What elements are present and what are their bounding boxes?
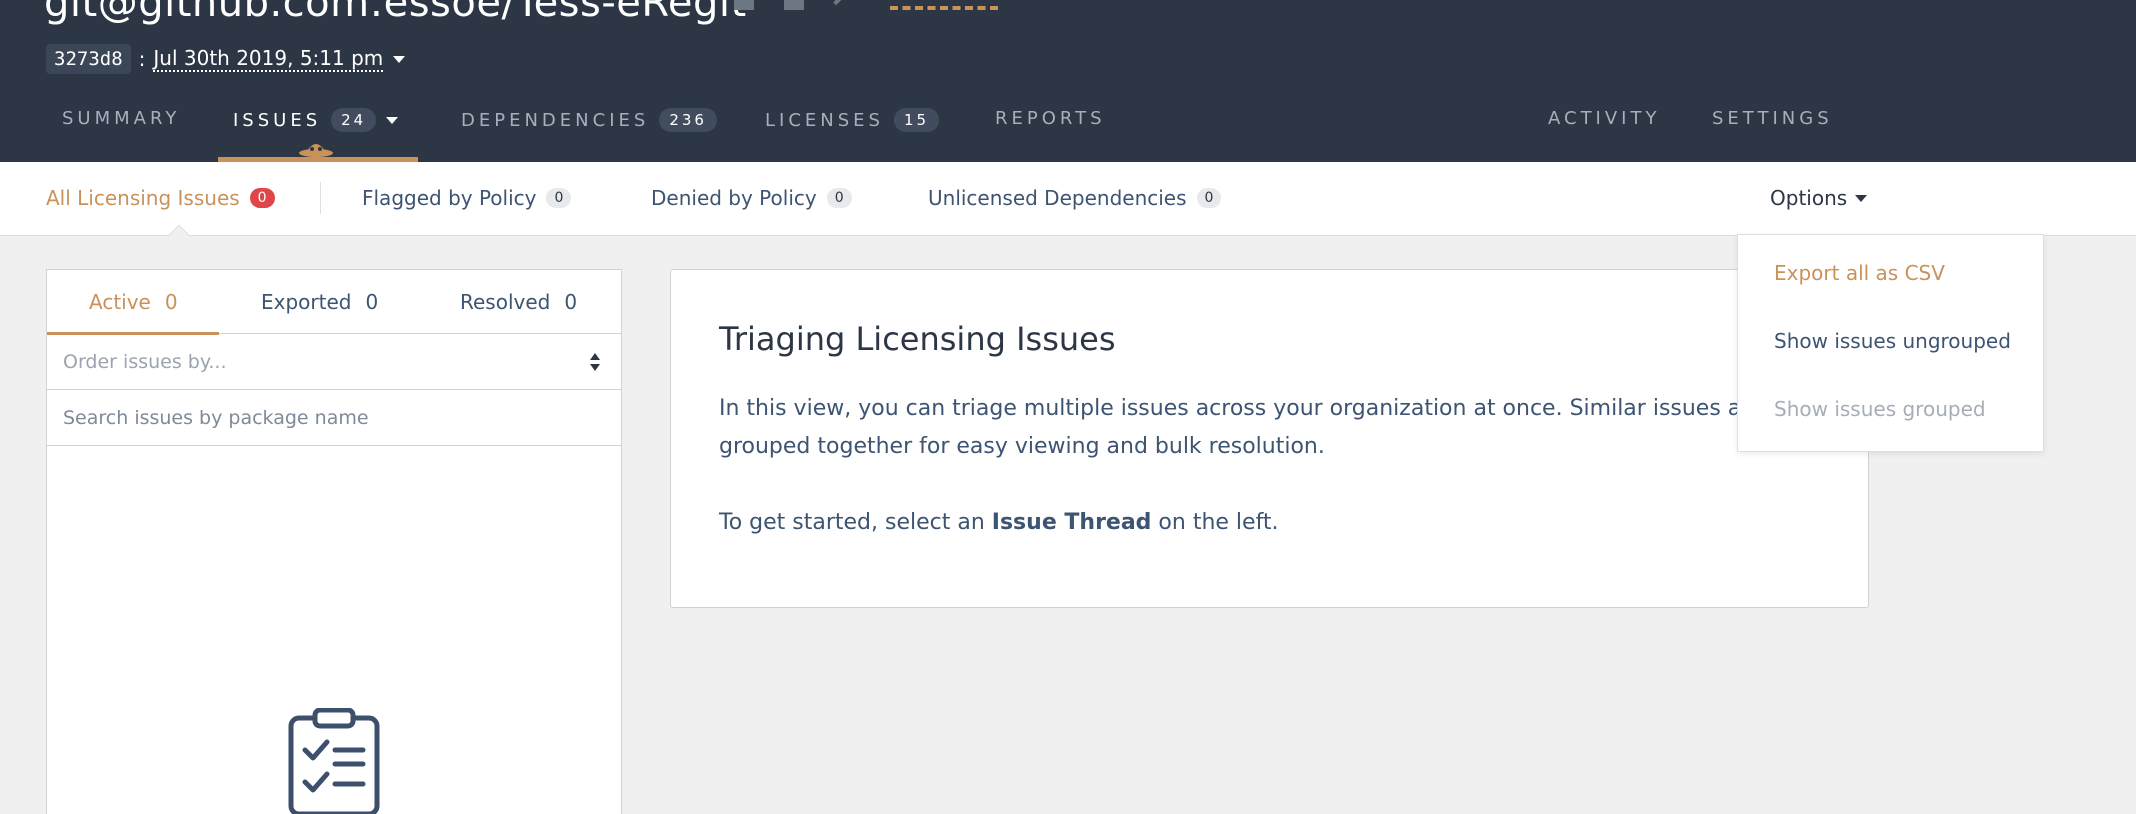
menu-item-show-grouped[interactable]: Show issues grouped bbox=[1774, 397, 1986, 421]
tab-label: ISSUES bbox=[233, 109, 322, 131]
tab-label: DEPENDENCIES bbox=[461, 109, 650, 131]
order-placeholder: Order issues by... bbox=[63, 351, 227, 373]
commit-date[interactable]: Jul 30th 2019, 5:11 pm bbox=[153, 46, 384, 72]
repo-title: git@github.com:essoe/Tess-eRegit bbox=[44, 0, 747, 26]
copy-icon[interactable] bbox=[734, 0, 754, 10]
chevron-right-icon[interactable] bbox=[827, 0, 846, 6]
chevron-down-icon bbox=[1855, 194, 1868, 202]
order-issues-select[interactable]: Order issues by... bbox=[47, 334, 621, 390]
card-instruction: To get started, select an Issue Thread o… bbox=[719, 504, 1279, 542]
tab-licenses[interactable]: LICENSES 15 bbox=[765, 108, 940, 132]
chevron-down-icon[interactable] bbox=[386, 116, 399, 124]
tab-count: 0 bbox=[164, 290, 178, 314]
subtab-count-badge: 0 bbox=[249, 188, 275, 208]
tab-label: Active bbox=[89, 290, 151, 314]
search-input[interactable] bbox=[47, 390, 621, 445]
subtab-label: Flagged by Policy bbox=[362, 186, 537, 210]
tab-count-badge: 24 bbox=[331, 108, 377, 132]
tab-label: LICENSES bbox=[765, 109, 884, 131]
subtab-flagged-by-policy[interactable]: Flagged by Policy 0 bbox=[362, 186, 572, 210]
chevron-down-icon[interactable] bbox=[393, 55, 406, 63]
tab-label: Exported bbox=[261, 290, 352, 314]
tab-settings[interactable]: SETTINGS bbox=[1712, 108, 1833, 129]
tab-count: 0 bbox=[365, 290, 379, 314]
options-label: Options bbox=[1770, 186, 1848, 210]
triage-info-card: Triaging Licensing Issues In this view, … bbox=[670, 269, 1869, 608]
card-title: Triaging Licensing Issues bbox=[719, 320, 1116, 358]
tab-count-badge: 236 bbox=[659, 108, 717, 132]
subtab-denied-by-policy[interactable]: Denied by Policy 0 bbox=[651, 186, 852, 210]
options-menu: Export all as CSV Show issues ungrouped … bbox=[1737, 234, 2044, 452]
tab-reports[interactable]: REPORTS bbox=[995, 108, 1106, 129]
commit-selector[interactable]: 3273d8 : Jul 30th 2019, 5:11 pm bbox=[46, 44, 406, 74]
tab-label: SUMMARY bbox=[62, 108, 181, 129]
tab-resolved[interactable]: Resolved 0 bbox=[460, 290, 577, 314]
active-subtab-pointer bbox=[167, 224, 191, 248]
tab-active[interactable]: Active 0 bbox=[89, 290, 178, 314]
clipboard-icon[interactable] bbox=[784, 0, 804, 10]
menu-item-show-ungrouped[interactable]: Show issues ungrouped bbox=[1774, 329, 2011, 353]
subtab-count-badge: 0 bbox=[1196, 188, 1222, 208]
tab-label: SETTINGS bbox=[1712, 108, 1833, 129]
instruction-suffix: on the left. bbox=[1151, 510, 1279, 535]
tab-activity[interactable]: ACTIVITY bbox=[1548, 108, 1660, 129]
repo-actions bbox=[734, 0, 848, 12]
package-search bbox=[47, 390, 621, 446]
subtab-unlicensed-dependencies[interactable]: Unlicensed Dependencies 0 bbox=[928, 186, 1222, 210]
subtab-label: Denied by Policy bbox=[651, 186, 817, 210]
loading-indicator bbox=[890, 6, 998, 10]
licensing-subnav: All Licensing Issues 0 Flagged by Policy… bbox=[0, 162, 2136, 248]
tab-count: 0 bbox=[564, 290, 578, 314]
instruction-prefix: To get started, select an bbox=[719, 510, 992, 535]
card-description: In this view, you can triage multiple is… bbox=[719, 396, 1764, 459]
tab-exported[interactable]: Exported 0 bbox=[261, 290, 378, 314]
tab-dependencies[interactable]: DEPENDENCIES 236 bbox=[461, 108, 717, 132]
tab-summary[interactable]: SUMMARY bbox=[62, 108, 180, 129]
top-header: git@github.com:essoe/Tess-eRegit 3273d8 … bbox=[0, 0, 2136, 162]
divider bbox=[320, 182, 321, 214]
clipboard-checklist-icon bbox=[288, 708, 380, 814]
subtab-count-badge: 0 bbox=[546, 188, 572, 208]
subtab-all-licensing-issues[interactable]: All Licensing Issues 0 bbox=[46, 186, 275, 210]
subtab-label: All Licensing Issues bbox=[46, 186, 240, 210]
mascot-icon bbox=[299, 144, 333, 157]
commit-hash: 3273d8 bbox=[46, 44, 131, 74]
tab-label: Resolved bbox=[460, 290, 551, 314]
issue-status-tabs: Active 0 Exported 0 Resolved 0 bbox=[47, 270, 621, 335]
tab-issues[interactable]: ISSUES 24 bbox=[233, 108, 399, 132]
tab-count-badge: 15 bbox=[893, 108, 940, 132]
subtab-count-badge: 0 bbox=[826, 188, 852, 208]
menu-item-export-csv[interactable]: Export all as CSV bbox=[1774, 261, 1945, 285]
sort-icon bbox=[590, 353, 600, 371]
issue-list-panel: Active 0 Exported 0 Resolved 0 Order issues… bbox=[46, 269, 622, 814]
subtab-label: Unlicensed Dependencies bbox=[928, 186, 1187, 210]
tab-label: REPORTS bbox=[995, 108, 1106, 129]
commit-separator: : bbox=[138, 47, 146, 71]
options-button[interactable]: Options bbox=[1770, 186, 1868, 210]
instruction-emphasis: Issue Thread bbox=[991, 510, 1152, 535]
tab-label: ACTIVITY bbox=[1548, 108, 1661, 129]
